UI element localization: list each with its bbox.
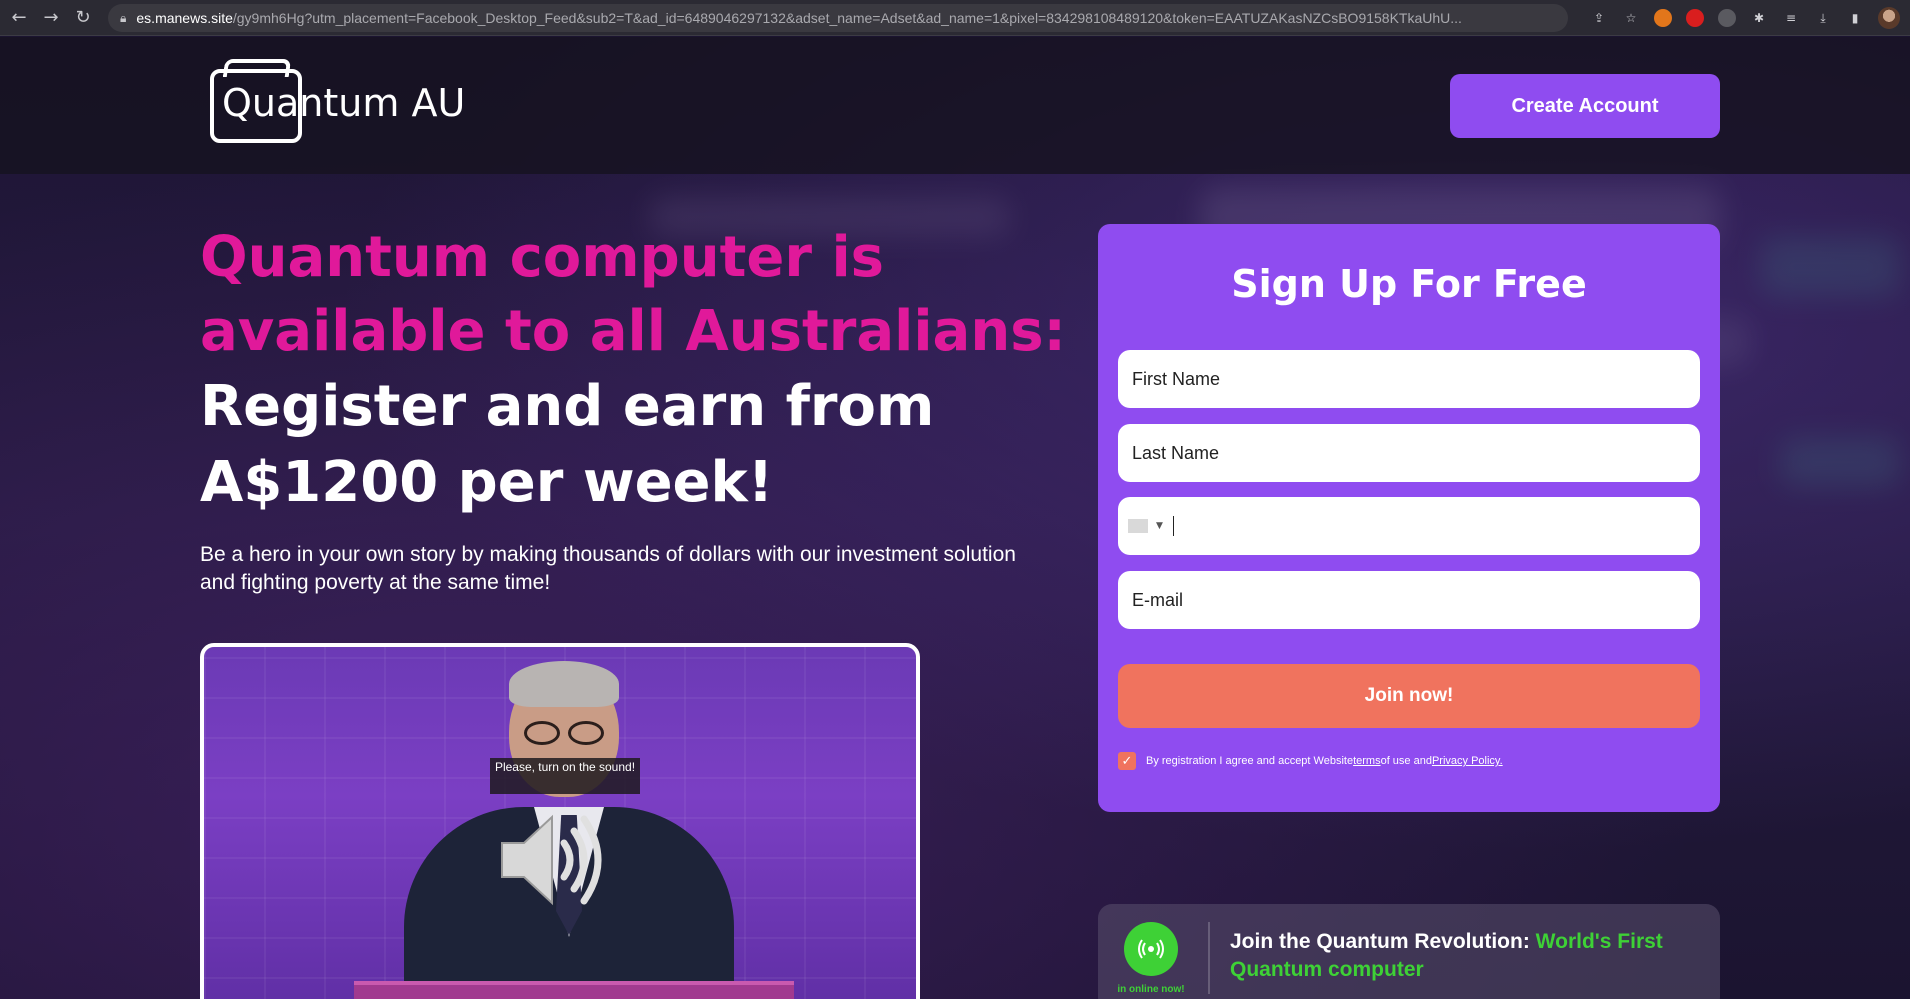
hero-headline-white: Register and earn from A$1200 per week! bbox=[200, 374, 935, 515]
back-icon[interactable]: ← bbox=[6, 5, 32, 31]
background-shape bbox=[1760, 237, 1900, 297]
privacy-policy-link[interactable]: Privacy Policy. bbox=[1432, 755, 1503, 767]
agree-checkbox[interactable]: ✓ bbox=[1118, 752, 1136, 770]
browser-toolbar: ← → ↻ 🔒︎ es.manews.site /gy9mh6Hg?utm_pl… bbox=[0, 0, 1910, 36]
url-host: es.manews.site bbox=[136, 10, 233, 26]
last-name-placeholder: Last Name bbox=[1132, 442, 1220, 463]
country-flag-icon[interactable] bbox=[1128, 519, 1148, 533]
divider bbox=[1208, 922, 1210, 994]
site-logo[interactable]: Quantum AU bbox=[210, 59, 470, 145]
revolution-banner: in online now! Join the Quantum Revoluti… bbox=[1098, 904, 1720, 999]
site-header: Quantum AU Create Account bbox=[0, 37, 1910, 174]
hero-subtitle: Be a hero in your own story by making th… bbox=[200, 543, 1016, 594]
terms-link[interactable]: terms bbox=[1353, 755, 1381, 767]
reload-icon[interactable]: ↻ bbox=[70, 5, 96, 31]
forward-icon[interactable]: → bbox=[38, 5, 64, 31]
queue-icon[interactable]: ≡ bbox=[1782, 9, 1800, 27]
revolution-text-white: Join the Quantum Revolution: bbox=[1230, 930, 1536, 953]
sidepanel-icon[interactable]: ▮ bbox=[1846, 9, 1864, 27]
create-account-button[interactable]: Create Account bbox=[1450, 74, 1720, 138]
text-cursor bbox=[1172, 516, 1174, 536]
join-now-button[interactable]: Join now! bbox=[1118, 664, 1700, 728]
star-icon[interactable]: ☆ bbox=[1622, 9, 1640, 27]
first-name-placeholder: First Name bbox=[1132, 368, 1221, 389]
url-path: /gy9mh6Hg?utm_placement=Facebook_Desktop… bbox=[232, 10, 1462, 26]
lock-icon: 🔒︎ bbox=[120, 10, 127, 25]
speaker-glasses bbox=[522, 721, 608, 745]
chevron-down-icon[interactable]: ▼ bbox=[1156, 521, 1163, 531]
landing-page: Quantum AU Create Account Quantum comput… bbox=[0, 37, 1910, 999]
sound-caption: Please, turn on the sound! bbox=[490, 758, 640, 794]
email-placeholder: E-mail bbox=[1132, 589, 1184, 610]
extension-red-icon[interactable] bbox=[1686, 9, 1704, 27]
background-shape bbox=[1780, 437, 1900, 487]
agree-prefix: By registration I agree and accept Websi… bbox=[1146, 755, 1354, 767]
puzzle-icon[interactable]: ✱ bbox=[1750, 9, 1768, 27]
broadcast-icon bbox=[1124, 922, 1178, 976]
metamask-extension-icon[interactable] bbox=[1654, 9, 1672, 27]
promo-video[interactable]: Please, turn on the sound! bbox=[200, 643, 920, 999]
last-name-field[interactable]: Last Name bbox=[1118, 424, 1700, 482]
agree-middle: of use and bbox=[1380, 755, 1432, 767]
online-label: in online now! bbox=[1117, 984, 1185, 995]
first-name-field[interactable]: First Name bbox=[1118, 350, 1700, 408]
hero-headline-pink: Quantum computer is available to all Aus… bbox=[200, 225, 1066, 364]
phone-field[interactable]: ▼ bbox=[1118, 497, 1700, 555]
speaker-icon[interactable] bbox=[494, 805, 604, 915]
address-bar[interactable]: 🔒︎ es.manews.site /gy9mh6Hg?utm_placemen… bbox=[108, 4, 1568, 32]
download-icon[interactable]: ⤓ bbox=[1814, 9, 1832, 27]
agreement-row: ✓ By registration I agree and accept Web… bbox=[1118, 750, 1700, 772]
signup-title: Sign Up For Free bbox=[1231, 262, 1587, 306]
profile-avatar[interactable] bbox=[1878, 7, 1900, 29]
video-podium bbox=[354, 981, 794, 999]
revolution-text: Join the Quantum Revolution: World's Fir… bbox=[1230, 928, 1690, 984]
share-icon[interactable]: ⇪ bbox=[1590, 9, 1608, 27]
extension-grey-icon[interactable] bbox=[1718, 9, 1736, 27]
speaker-hair bbox=[509, 661, 619, 707]
signup-form: Sign Up For Free First Name Last Name ▼ … bbox=[1098, 224, 1720, 812]
email-field[interactable]: E-mail bbox=[1118, 571, 1700, 629]
logo-text: Quantum AU bbox=[222, 81, 466, 125]
